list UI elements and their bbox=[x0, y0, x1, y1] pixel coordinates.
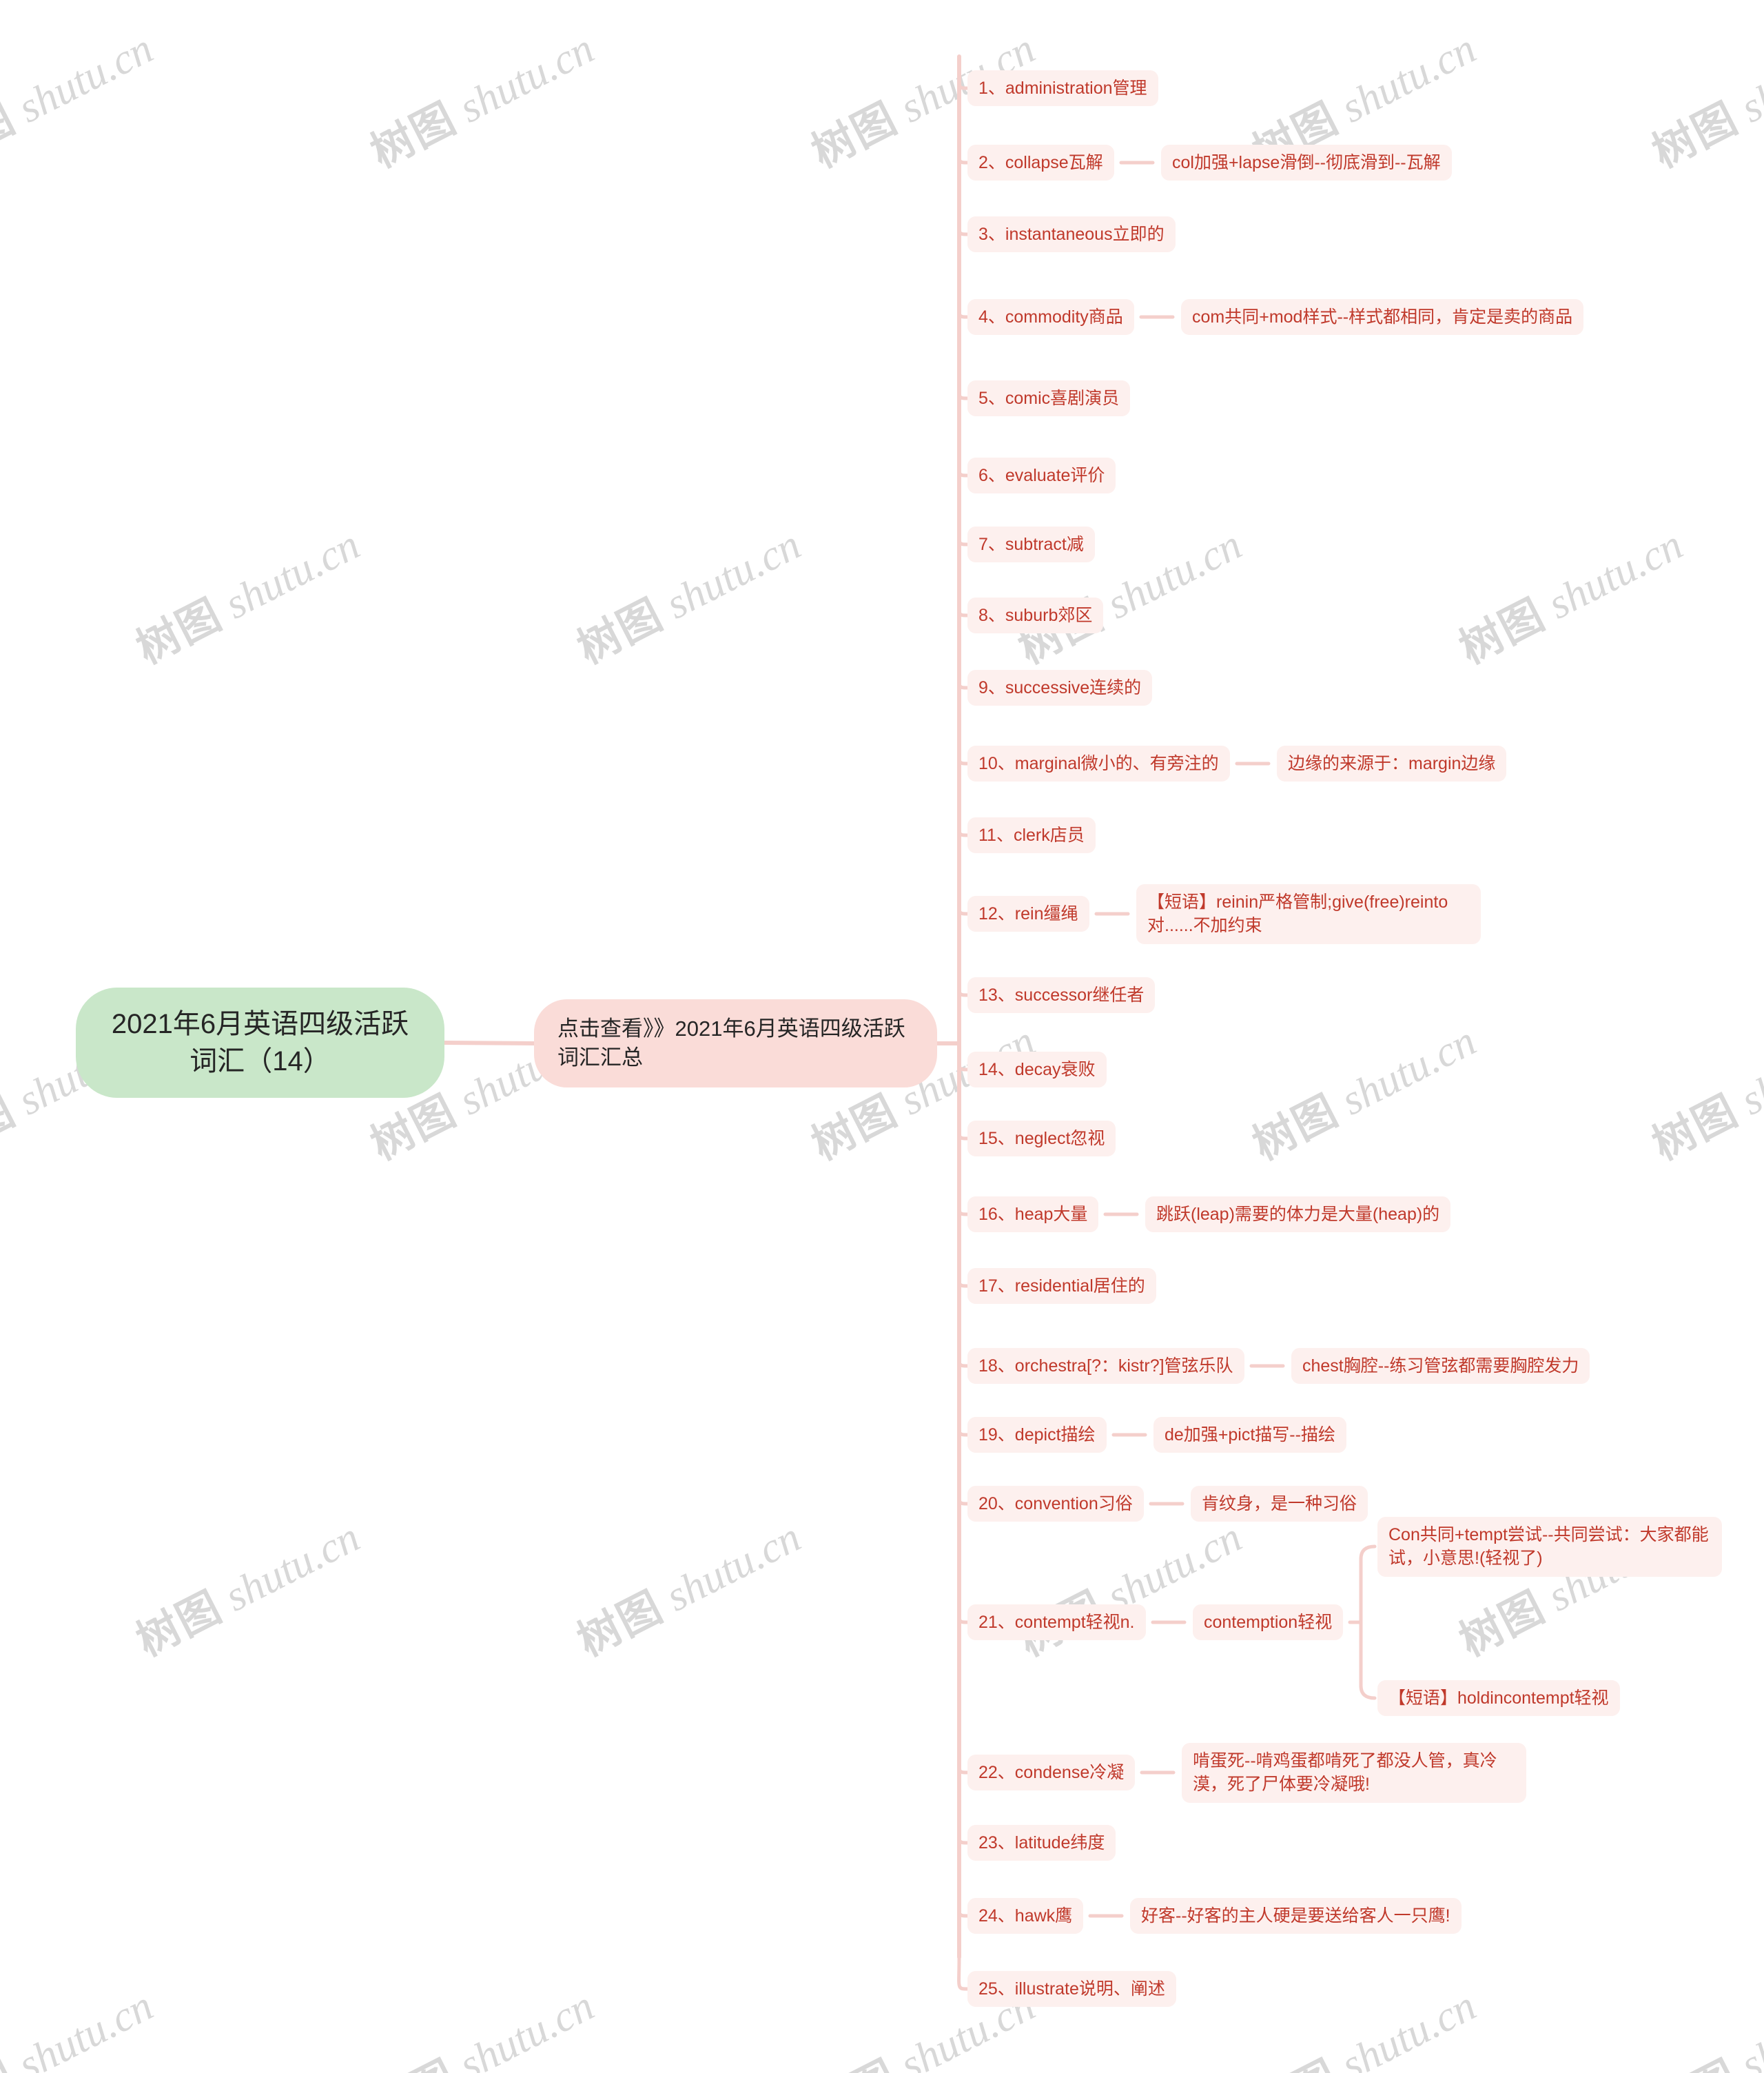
topic-node[interactable]: 21、contempt轻视n. bbox=[967, 1604, 1146, 1640]
watermark-text: 树图 shutu.cn bbox=[570, 521, 808, 673]
note-node-label: 跳跃(leap)需要的体力是大量(heap)的 bbox=[1156, 1204, 1440, 1224]
root-node[interactable]: 2021年6月英语四级活跃词汇（14） bbox=[76, 988, 444, 1098]
note-node[interactable]: de加强+pict描写--描绘 bbox=[1153, 1416, 1346, 1453]
topic-node[interactable]: 23、latitude纬度 bbox=[967, 1824, 1116, 1861]
watermark-text: 树图 shutu.cn bbox=[0, 25, 161, 177]
topic-node[interactable]: 7、subtract减 bbox=[967, 526, 1095, 562]
note-node[interactable]: 好客--好客的主人硬是要送给客人一只鹰! bbox=[1130, 1897, 1462, 1934]
topic-node[interactable]: 10、marginal微小的、有旁注的 bbox=[967, 745, 1230, 782]
note-node[interactable]: 啃蛋死--啃鸡蛋都啃死了都没人管，真冷漠，死了尸体要冷凝哦! bbox=[1182, 1742, 1526, 1803]
topic-node-label: 6、evaluate评价 bbox=[978, 465, 1105, 485]
topic-node-label: 13、successor继任者 bbox=[978, 985, 1145, 1005]
note-node-label: 肯纹身，是一种习俗 bbox=[1202, 1493, 1357, 1513]
watermark-text: 树图 shutu.cn bbox=[0, 1982, 161, 2073]
topic-node[interactable]: 17、residential居住的 bbox=[967, 1267, 1156, 1304]
topic-node[interactable]: 18、orchestra[?：kistr?]管弦乐队 bbox=[967, 1347, 1244, 1384]
topic-node-label: 3、instantaneous立即的 bbox=[978, 224, 1165, 244]
note-node-label: 【短语】reinin严格管制;give(free)reinto对......不加… bbox=[1147, 892, 1448, 936]
note-node-label: col加强+lapse滑倒--彻底滑到--瓦解 bbox=[1172, 152, 1441, 172]
note-node[interactable]: com共同+mod样式--样式都相同，肯定是卖的商品 bbox=[1181, 298, 1584, 335]
topic-node-label: 8、suburb郊区 bbox=[978, 605, 1093, 625]
topic-node-label: 4、commodity商品 bbox=[978, 307, 1123, 327]
topic-node[interactable]: 19、depict描绘 bbox=[967, 1416, 1107, 1453]
summary-node-label: 点击查看》》2021年6月英语四级活跃词汇汇总 bbox=[557, 1017, 905, 1070]
watermark-text: 树图 shutu.cn bbox=[1245, 1017, 1484, 1170]
watermark-text: 树图 shutu.cn bbox=[570, 1513, 808, 1666]
note-node-label: 啃蛋死--啃鸡蛋都啃死了都没人管，真冷漠，死了尸体要冷凝哦! bbox=[1193, 1750, 1497, 1795]
topic-node-label: 10、marginal微小的、有旁注的 bbox=[978, 753, 1219, 773]
topic-node-label: 12、rein缰绳 bbox=[978, 903, 1078, 923]
root-node-label: 2021年6月英语四级活跃词汇（14） bbox=[111, 1009, 409, 1076]
topic-node[interactable]: 16、heap大量 bbox=[967, 1196, 1099, 1232]
topic-node-label: 2、collapse瓦解 bbox=[978, 152, 1103, 172]
topic-node[interactable]: 3、instantaneous立即的 bbox=[967, 216, 1176, 252]
topic-node-label: 9、successive连续的 bbox=[978, 677, 1142, 697]
topic-node[interactable]: 1、administration管理 bbox=[967, 70, 1158, 106]
topic-node[interactable]: 25、illustrate说明、阐述 bbox=[967, 1970, 1176, 2007]
note-node-label: contemption轻视 bbox=[1204, 1612, 1333, 1632]
note-node[interactable]: 【短语】reinin严格管制;give(free)reinto对......不加… bbox=[1136, 884, 1481, 944]
topic-node-label: 20、convention习俗 bbox=[978, 1493, 1133, 1513]
watermark-text: 树图 shutu.cn bbox=[129, 521, 367, 673]
topic-node-label: 24、hawk鹰 bbox=[978, 1906, 1073, 1926]
topic-node-label: 17、residential居住的 bbox=[978, 1276, 1145, 1296]
note-node-label: de加强+pict描写--描绘 bbox=[1165, 1424, 1335, 1444]
topic-node-label: 14、decay衰败 bbox=[978, 1059, 1096, 1079]
topic-node[interactable]: 20、convention习俗 bbox=[967, 1485, 1144, 1522]
topic-node-label: 18、orchestra[?：kistr?]管弦乐队 bbox=[978, 1356, 1233, 1376]
topic-node-label: 19、depict描绘 bbox=[978, 1424, 1096, 1444]
note-node-label: com共同+mod样式--样式都相同，肯定是卖的商品 bbox=[1192, 307, 1573, 327]
note-node[interactable]: col加强+lapse滑倒--彻底滑到--瓦解 bbox=[1161, 144, 1452, 181]
subnote-node-label: Con共同+tempt尝试--共同尝试：大家都能试，小意思!(轻视了) bbox=[1388, 1524, 1709, 1569]
topic-node[interactable]: 11、clerk店员 bbox=[967, 817, 1096, 853]
note-node[interactable]: chest胸腔--练习管弦都需要胸腔发力 bbox=[1291, 1347, 1590, 1384]
watermark-text: 树图 shutu.cn bbox=[363, 25, 602, 177]
note-node[interactable]: 边缘的来源于：margin边缘 bbox=[1277, 745, 1507, 782]
subnote-node[interactable]: Con共同+tempt尝试--共同尝试：大家都能试，小意思!(轻视了) bbox=[1377, 1516, 1722, 1577]
topic-node[interactable]: 12、rein缰绳 bbox=[967, 895, 1089, 932]
subnote-node[interactable]: 【短语】holdincontempt轻视 bbox=[1377, 1679, 1620, 1716]
note-node[interactable]: contemption轻视 bbox=[1193, 1604, 1344, 1640]
topic-node[interactable]: 14、decay衰败 bbox=[967, 1051, 1107, 1087]
topic-node-label: 21、contempt轻视n. bbox=[978, 1612, 1135, 1632]
watermark-text: 树图 shutu.cn bbox=[129, 1513, 367, 1666]
watermark-text: 树图 shutu.cn bbox=[1452, 521, 1690, 673]
topic-node-label: 16、heap大量 bbox=[978, 1204, 1088, 1224]
note-node[interactable]: 肯纹身，是一种习俗 bbox=[1191, 1485, 1368, 1522]
topic-node-label: 22、condense冷凝 bbox=[978, 1762, 1125, 1782]
topic-node-label: 23、latitude纬度 bbox=[978, 1832, 1105, 1852]
watermark-text: 树图 shutu.cn bbox=[1645, 25, 1764, 177]
note-node-label: 好客--好客的主人硬是要送给客人一只鹰! bbox=[1141, 1906, 1450, 1926]
mindmap-canvas: 树图 shutu.cn 树图 shutu.cn 树图 shutu.cn 树图 shut… bbox=[0, 0, 1764, 2073]
topic-node-label: 7、subtract减 bbox=[978, 534, 1084, 554]
subnote-node-label: 【短语】holdincontempt轻视 bbox=[1388, 1688, 1609, 1708]
watermark-text: 树图 shutu.cn bbox=[1645, 1982, 1764, 2073]
topic-node[interactable]: 22、condense冷凝 bbox=[967, 1754, 1136, 1790]
watermark-text: 树图 shutu.cn bbox=[364, 1982, 602, 2073]
topic-node[interactable]: 15、neglect忽视 bbox=[967, 1120, 1116, 1156]
note-node[interactable]: 跳跃(leap)需要的体力是大量(heap)的 bbox=[1145, 1196, 1451, 1232]
topic-node-label: 1、administration管理 bbox=[978, 78, 1147, 98]
watermark-text: 树图 shutu.cn bbox=[1645, 1017, 1764, 1170]
topic-node[interactable]: 4、commodity商品 bbox=[967, 298, 1134, 335]
topic-node[interactable]: 6、evaluate评价 bbox=[967, 457, 1116, 493]
topic-node[interactable]: 9、successive连续的 bbox=[967, 669, 1153, 706]
topic-node[interactable]: 24、hawk鹰 bbox=[967, 1897, 1084, 1934]
note-node-label: chest胸腔--练习管弦都需要胸腔发力 bbox=[1302, 1356, 1579, 1376]
topic-node[interactable]: 8、suburb郊区 bbox=[967, 597, 1104, 633]
topic-node[interactable]: 13、successor继任者 bbox=[967, 977, 1156, 1013]
summary-node[interactable]: 点击查看》》2021年6月英语四级活跃词汇汇总 bbox=[534, 999, 937, 1087]
topic-node-label: 15、neglect忽视 bbox=[978, 1128, 1105, 1148]
topic-node-label: 25、illustrate说明、阐述 bbox=[978, 1979, 1165, 1999]
watermark-text: 树图 shutu.cn bbox=[1246, 1982, 1484, 2073]
topic-node[interactable]: 2、collapse瓦解 bbox=[967, 144, 1114, 181]
topic-node-label: 11、clerk店员 bbox=[978, 825, 1085, 845]
note-node-label: 边缘的来源于：margin边缘 bbox=[1288, 753, 1496, 773]
topic-node-label: 5、comic喜剧演员 bbox=[978, 388, 1120, 408]
topic-node[interactable]: 5、comic喜剧演员 bbox=[967, 380, 1131, 416]
watermark-text: 树图 shutu.cn bbox=[1012, 1513, 1249, 1665]
